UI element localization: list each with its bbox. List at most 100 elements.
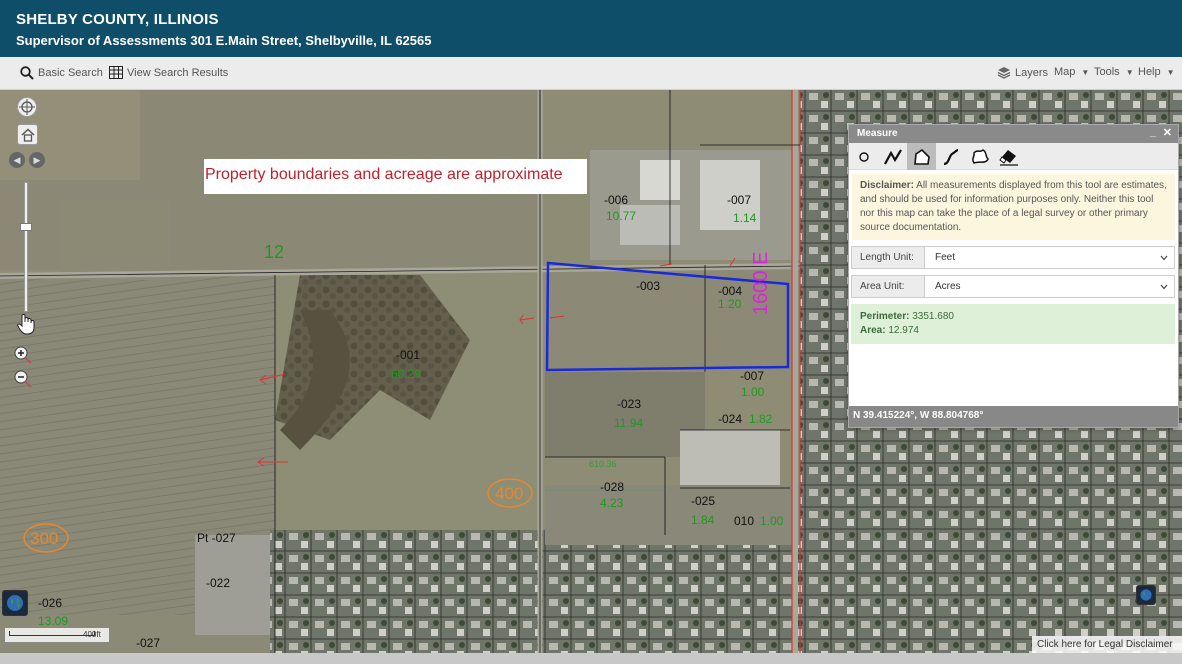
basic-search-label: Basic Search — [38, 67, 103, 79]
help-menu-label: Help — [1138, 66, 1161, 78]
parcel-id: -001 — [396, 348, 421, 362]
zoom-slider-track[interactable] — [24, 182, 28, 312]
basic-search-button[interactable]: Basic Search — [20, 66, 103, 80]
map-view[interactable]: Property boundaries and acreage are appr… — [0, 90, 1182, 664]
app-subtitle: Supervisor of Assessments 301 E.Main Str… — [16, 33, 432, 48]
zoom-in-button[interactable] — [14, 346, 32, 364]
length-unit-value: Feet — [935, 252, 956, 263]
polyline-icon — [883, 148, 902, 165]
zoom-in-icon — [14, 346, 32, 364]
parcel-acres: 60.29 — [391, 367, 422, 381]
perimeter-result: Perimeter: 3351.680 — [860, 310, 1166, 324]
parcel-id: -022 — [206, 576, 231, 590]
parcel-id: -024 — [718, 412, 743, 426]
dimension-label: 610.36 — [589, 459, 617, 469]
chevron-left-icon: ◀ — [13, 154, 21, 165]
parcel-acres: 4.23 — [600, 496, 624, 510]
minimize-icon[interactable]: _ — [1150, 126, 1156, 138]
chevron-down-icon: ▼ — [1166, 67, 1175, 77]
tools-menu-label: Tools — [1094, 66, 1120, 78]
table-icon — [109, 66, 123, 79]
measure-freehand-polygon-tool[interactable] — [965, 143, 994, 170]
road-label-12: 12 — [264, 242, 285, 262]
chevron-down-icon — [1160, 255, 1168, 261]
app-title: SHELBY COUNTY, ILLINOIS — [16, 11, 219, 28]
measure-panel: Measure _ ✕ Disclaimer: All measurements… — [848, 124, 1179, 428]
eraser-icon — [998, 149, 1018, 166]
parcel-id: -025 — [691, 494, 716, 508]
cursor-coordinates: N 39.415224°, W 88.804768° — [849, 406, 1178, 427]
contour-label-400: 400 — [495, 484, 524, 503]
freehand-polygon-icon — [971, 148, 989, 164]
parcel-acres: 1.20 — [718, 297, 742, 311]
view-results-button[interactable]: View Search Results — [109, 66, 228, 79]
map-menu-label: Map — [1054, 66, 1076, 78]
clear-measurements-tool[interactable] — [994, 143, 1023, 170]
polygon-icon — [913, 148, 930, 165]
parcel-id: -006 — [604, 193, 629, 207]
legal-disclaimer-link[interactable]: Click here for Legal Disclaimer — [1032, 636, 1182, 654]
length-unit-row: Length Unit: Feet — [851, 246, 1175, 269]
contour-label-300: 300 — [30, 529, 59, 548]
pan-control[interactable] — [17, 97, 37, 117]
chevron-right-icon: ▶ — [33, 154, 41, 165]
parcel-id: -004 — [718, 284, 743, 298]
measure-disclaimer: Disclaimer: All measurements displayed f… — [852, 174, 1175, 240]
home-icon — [20, 127, 35, 142]
help-menu[interactable]: Help ▼ — [1138, 66, 1175, 78]
area-unit-value: Acres — [935, 281, 961, 292]
horizontal-scrollbar[interactable] — [0, 653, 1182, 664]
view-results-label: View Search Results — [127, 66, 229, 79]
zoom-slider-handle[interactable] — [20, 223, 32, 231]
chevron-down-icon: ▼ — [1125, 67, 1134, 77]
parcel-id: -023 — [617, 397, 642, 411]
home-button[interactable] — [17, 124, 38, 145]
parcel-id: -007 — [727, 193, 752, 207]
toolbar: Basic Search View Search Results Layers … — [0, 57, 1182, 90]
measure-line-tool[interactable] — [878, 143, 907, 170]
measure-point-tool[interactable] — [849, 143, 878, 170]
road-label-1600e: 1600 E — [750, 251, 772, 315]
area-unit-select[interactable]: Acres — [925, 276, 1174, 297]
scale-bar-label: 400ft — [83, 630, 101, 639]
area-result: Area: 12.974 — [860, 324, 1166, 338]
basemap-toggle[interactable] — [2, 590, 28, 616]
tools-menu[interactable]: Tools ▼ — [1094, 66, 1134, 78]
perimeter-value: 3351.680 — [909, 311, 954, 322]
measure-panel-header: Measure _ ✕ — [849, 125, 1178, 143]
area-unit-label: Area Unit: — [852, 276, 925, 297]
previous-extent-button[interactable]: ◀ — [9, 152, 25, 168]
parcel-id: -027 — [136, 636, 161, 650]
area-result-label: Area: — [860, 325, 886, 336]
parcel-acres: 1.84 — [691, 513, 715, 527]
zoom-out-button[interactable] — [14, 370, 32, 388]
layers-button[interactable]: Layers — [997, 66, 1048, 79]
map-menu[interactable]: Map ▼ — [1054, 66, 1089, 78]
close-icon[interactable]: ✕ — [1163, 126, 1172, 139]
parcel-id: -007 — [740, 369, 765, 383]
search-icon — [20, 66, 34, 80]
parcel-id: -026 — [38, 596, 63, 610]
length-unit-select[interactable]: Feet — [925, 247, 1174, 268]
globe-icon — [7, 595, 23, 611]
measure-panel-title: Measure — [857, 128, 898, 139]
globe-icon — [1140, 589, 1152, 601]
measure-freehand-line-tool[interactable] — [936, 143, 965, 170]
parcel-acres: 1.00 — [760, 514, 784, 528]
area-unit-row: Area Unit: Acres — [851, 275, 1175, 298]
zoom-out-icon — [14, 370, 32, 388]
next-extent-button[interactable]: ▶ — [29, 152, 45, 168]
parcel-id: -028 — [600, 480, 625, 494]
parcel-acres: 1.82 — [749, 412, 773, 426]
approximate-notice: Property boundaries and acreage are appr… — [204, 159, 587, 194]
layers-icon — [997, 67, 1011, 79]
layers-label: Layers — [1015, 66, 1049, 79]
chevron-down-icon: ▼ — [1081, 67, 1090, 77]
parcel-id: Pt -027 — [197, 531, 236, 545]
chevron-down-icon — [1160, 284, 1168, 290]
parcel-id: 010 — [734, 514, 755, 528]
app-header: SHELBY COUNTY, ILLINOIS Supervisor of As… — [0, 0, 1182, 57]
overview-toggle[interactable] — [1136, 585, 1156, 605]
perimeter-label: Perimeter: — [860, 311, 910, 322]
measure-polygon-tool[interactable] — [907, 143, 936, 170]
